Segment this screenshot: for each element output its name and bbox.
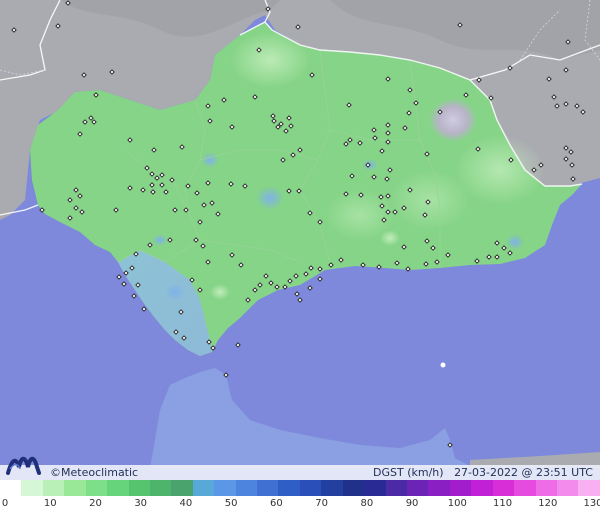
brand-name: ©Meteoclimatic xyxy=(50,466,139,479)
legend-swatch xyxy=(578,480,600,496)
legend-swatch xyxy=(342,480,365,496)
legend-swatch xyxy=(514,480,536,496)
legend-tick-label: 80 xyxy=(360,498,374,509)
legend-swatch xyxy=(449,480,472,496)
mountain-zone xyxy=(429,98,477,142)
legend-tick-label: 60 xyxy=(270,498,283,509)
gust-spot xyxy=(256,186,284,210)
legend-swatch xyxy=(85,480,108,496)
legend-swatch xyxy=(364,480,386,496)
legend-swatch xyxy=(385,480,408,496)
gust-map[interactable] xyxy=(0,0,600,480)
legend-swatch xyxy=(428,480,450,496)
meteoclimatic-m-logo-icon xyxy=(6,449,50,477)
gust-spot xyxy=(165,283,185,301)
legend-swatch xyxy=(235,480,258,496)
light-zone xyxy=(210,284,230,300)
color-legend: 0 10 20 30 40 50 60 70 80 90 100 110 120 130 xyxy=(0,480,600,517)
legend-swatch xyxy=(149,480,172,496)
legend-swatch xyxy=(214,480,236,496)
legend-swatch xyxy=(192,480,215,496)
legend-swatch xyxy=(42,480,65,496)
legend-swatch xyxy=(257,480,279,496)
legend-swatch xyxy=(21,480,43,496)
legend-swatch xyxy=(278,480,300,496)
legend-swatch xyxy=(107,480,129,496)
legend-tick-label: 100 xyxy=(447,498,467,509)
legend-tick-label: 30 xyxy=(134,498,148,509)
gust-spot xyxy=(506,234,524,250)
legend-tick-label: 110 xyxy=(492,498,513,509)
legend-swatch xyxy=(556,480,579,496)
legend-swatch xyxy=(535,480,557,496)
legend-labels: 0 10 20 30 40 50 60 70 80 90 100 110 120 130 xyxy=(0,498,600,514)
legend-tick-label: 70 xyxy=(315,498,328,509)
island-marker xyxy=(440,362,446,368)
legend-tick-label: 120 xyxy=(538,498,558,509)
legend-swatch xyxy=(64,480,86,496)
legend-colorbar xyxy=(0,480,600,496)
legend-tick-label: 90 xyxy=(405,498,419,509)
legend-tick-label: 20 xyxy=(89,498,102,509)
map-view[interactable]: ©Meteoclimatic DGST (km/h) 27-03-2022 @ … xyxy=(0,0,600,480)
legend-swatch xyxy=(492,480,515,496)
map-metadata: DGST (km/h) 27-03-2022 @ 23:51 UTC xyxy=(373,466,593,479)
legend-swatch xyxy=(0,480,22,496)
legend-tick-label: 130 xyxy=(583,498,600,509)
light-zone xyxy=(390,170,470,230)
timestamp: 27-03-2022 @ 23:51 UTC xyxy=(454,466,593,479)
light-zone xyxy=(230,32,310,88)
light-zone xyxy=(380,230,400,246)
legend-tick-label: 50 xyxy=(224,498,238,509)
legend-tick-label: 40 xyxy=(179,498,193,509)
legend-swatch xyxy=(321,480,343,496)
variable-label: DGST (km/h) xyxy=(373,466,444,479)
legend-swatch xyxy=(128,480,150,496)
legend-swatch xyxy=(171,480,193,496)
legend-swatch xyxy=(407,480,429,496)
legend-swatch xyxy=(299,480,322,496)
legend-swatch xyxy=(471,480,493,496)
gust-spot xyxy=(201,152,219,168)
gust-spot xyxy=(152,234,168,246)
legend-tick-label: 0 xyxy=(1,498,9,509)
legend-tick-label: 10 xyxy=(43,498,57,509)
